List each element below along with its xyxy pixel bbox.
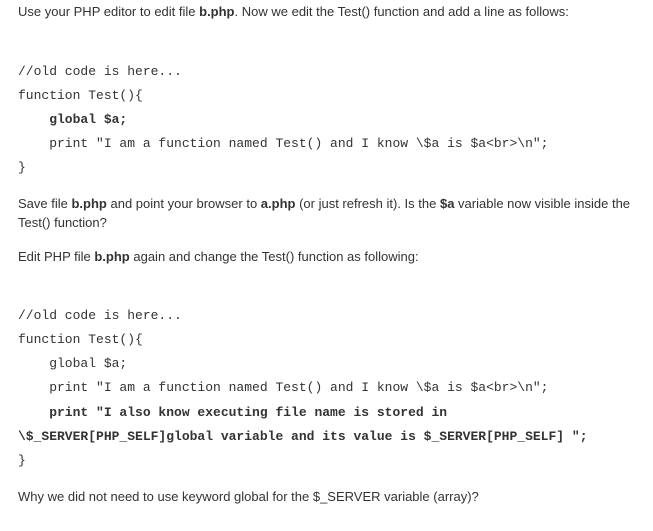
mid2-t3: again and change the Test() function as … <box>130 249 419 264</box>
mid1-t1: Save file <box>18 196 71 211</box>
code2-line5a: print "I also know executing file name i… <box>18 405 447 420</box>
mid2-bphp: b.php <box>94 249 129 264</box>
middle-paragraph-2: Edit PHP file b.php again and change the… <box>18 247 635 267</box>
mid2-t1: Edit PHP file <box>18 249 94 264</box>
middle-paragraph-1: Save file b.php and point your browser t… <box>18 194 635 233</box>
code2-line5b: \$_SERVER[PHP_SELF]global variable and i… <box>18 429 588 444</box>
code-block-1: //old code is here... function Test(){ g… <box>18 36 635 180</box>
code1-line1: //old code is here... <box>18 64 182 79</box>
code2-line6: } <box>18 453 26 468</box>
code1-line4: print "I am a function named Test() and … <box>18 136 549 151</box>
code1-line3: global $a; <box>18 112 127 127</box>
question-paragraph: Why we did not need to use keyword globa… <box>18 487 635 507</box>
code-block-2: //old code is here... function Test(){ g… <box>18 280 635 472</box>
mid1-t3: and point your browser to <box>107 196 261 211</box>
mid1-t5: (or just refresh it). Is the <box>295 196 440 211</box>
mid1-var: $a <box>440 196 454 211</box>
mid1-bphp: b.php <box>71 196 106 211</box>
intro-text-1: Use your PHP editor to edit file <box>18 4 199 19</box>
intro-text-3: . Now we edit the Test() function and ad… <box>235 4 569 19</box>
question-text: Why we did not need to use keyword globa… <box>18 489 479 504</box>
mid1-aphp: a.php <box>261 196 296 211</box>
code1-line2: function Test(){ <box>18 88 143 103</box>
code2-line1: //old code is here... <box>18 308 182 323</box>
intro-paragraph: Use your PHP editor to edit file b.php. … <box>18 2 635 22</box>
intro-filename: b.php <box>199 4 234 19</box>
code2-line4: print "I am a function named Test() and … <box>18 380 549 395</box>
code2-line3: global $a; <box>18 356 127 371</box>
code2-line2: function Test(){ <box>18 332 143 347</box>
code1-line5: } <box>18 160 26 175</box>
